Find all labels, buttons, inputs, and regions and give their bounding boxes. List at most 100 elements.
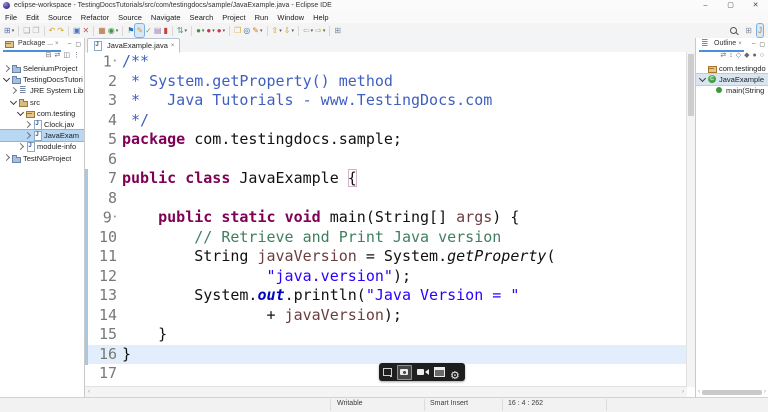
close-tab-icon[interactable]: × [171,43,175,49]
tab-package-explorer[interactable]: Package ... × [3,38,61,52]
screen-pin-icon[interactable] [383,368,392,377]
toolbar-icon-cut[interactable]: ✕ [82,24,91,37]
close-view-icon[interactable]: × [738,41,742,47]
code-line-5[interactable]: 5 package com.testingdocs.sample; [85,130,687,150]
outline-item-main-string[interactable]: main(String [696,85,768,96]
scrollbar-thumb[interactable] [688,54,694,116]
outline-sort-icon[interactable]: ↕ [729,51,733,61]
outline-hide-non-public-icon[interactable]: ● [753,51,757,61]
toolbar-icon-new-wizard[interactable]: ⊞ ▾ [3,24,15,37]
outline-item-com-testingdo[interactable]: com.testingdo [696,63,768,74]
window-capture-icon[interactable] [434,367,445,377]
pe-focus-on-active-task-icon[interactable]: ◫ [63,51,70,61]
toolbar-icon-java-editor[interactable]: ✎ [134,23,146,38]
code-line-12[interactable]: 12 "java.version"); [85,267,687,287]
code-line-15[interactable]: 15 } [85,325,687,345]
scrollbar-thumb[interactable] [702,389,762,395]
collapse-arrow-icon[interactable] [2,75,11,83]
code-line-4[interactable]: 4 */ [85,111,687,131]
toolbar-icon-debug-run[interactable]: ● ▾ [205,24,215,37]
fold-marker-icon[interactable]: • [113,213,117,221]
maximize-view-button[interactable]: ▢ [75,41,81,48]
expand-arrow-icon[interactable] [9,86,18,95]
maximize-view-button[interactable]: ▢ [759,41,765,48]
close-view-icon[interactable]: × [55,41,59,47]
scroll-left-arrow-icon[interactable]: ‹ [698,389,700,395]
outline-hide-local-types-icon[interactable]: ○ [760,51,764,61]
code-line-13[interactable]: 13 System.out.println("Java Version = " [85,286,687,306]
project-item-src[interactable]: src [0,97,84,108]
tab-javaexample-java[interactable]: JavaExample.java × [87,38,181,53]
code-line-14[interactable]: 14 + javaVersion); [85,306,687,326]
project-item-testngproject[interactable]: TestNGProject [0,153,84,164]
minimize-view-button[interactable]: ‒ [752,41,755,48]
menu-window[interactable]: Window [277,13,304,22]
pe-view-menu-icon[interactable]: ⋮ [73,51,80,61]
project-item-clock-jav[interactable]: Clock.jav [0,119,84,131]
menu-help[interactable]: Help [313,13,328,22]
menu-edit[interactable]: Edit [26,13,39,22]
toolbar-icon-java-perspective[interactable]: J [756,23,764,38]
code-line-8[interactable]: 8 [85,189,687,209]
menu-navigate[interactable]: Navigate [151,13,181,22]
scroll-right-arrow-icon[interactable]: › [682,389,684,395]
project-item-com-testing[interactable]: com.testing [0,108,84,119]
toolbar-icon-new-java-class[interactable]: ◉ ▾ [107,24,120,37]
expand-arrow-icon[interactable] [2,64,11,72]
toolbar-icon-save[interactable]: ❑ [22,24,31,37]
outline-hide-fields-icon[interactable]: ◇ [736,51,741,61]
outline-horizontal-scrollbar[interactable]: ‹ › [698,388,766,396]
toolbar-icon-open-perspective[interactable]: ⊞ [744,24,753,37]
toolbar-icon-open-perspective-new[interactable]: ⊞ [333,24,342,37]
code-line-7[interactable]: 7 public class JavaExample { [85,169,687,189]
toolbar-icon-synchronize[interactable]: ⇅ ▾ [176,24,188,37]
toolbar-icon-forward[interactable]: ⇨ ▾ [314,24,326,37]
scroll-right-arrow-icon[interactable]: › [764,389,766,395]
collapse-arrow-icon[interactable] [9,97,18,105]
collapse-arrow-icon[interactable] [16,108,25,116]
close-button[interactable]: ✕ [743,0,768,11]
minimize-button[interactable]: – [693,0,718,11]
menu-source[interactable]: Source [118,13,142,22]
video-camera-icon[interactable] [417,368,429,376]
expand-arrow-icon[interactable] [16,142,25,150]
project-item-seleniumproject[interactable]: SeleniumProject [0,63,84,74]
menu-file[interactable]: File [5,13,17,22]
outline-hide-static-members-icon[interactable]: ◆ [744,51,749,61]
gear-icon[interactable] [450,366,461,379]
code-line-2[interactable]: 2 * System.getProperty() method [85,72,687,92]
toolbar-icon-prev-annotation[interactable]: ⇧ ▾ [271,24,283,37]
pe-collapse-all-icon[interactable]: ⊟ [46,51,52,61]
code-line-11[interactable]: 11 String javaVersion = System.getProper… [85,247,687,267]
expand-arrow-icon[interactable] [23,120,32,128]
toolbar-icon-coverage[interactable]: ● ▾ [216,24,226,37]
menu-project[interactable]: Project [222,13,245,22]
fold-marker-icon[interactable]: • [113,57,117,65]
expand-arrow-icon[interactable] [23,131,32,139]
outline-item-javaexample[interactable]: JavaExample [696,73,768,87]
pe-link-with-editor-icon[interactable]: ⇄ [55,51,61,61]
project-item-javaexam[interactable]: JavaExam [0,129,84,143]
outline-link-with-editor-icon[interactable]: ⇄ [720,51,726,61]
toolbar-icon-edit-config[interactable]: ✎ ▾ [251,24,263,37]
scroll-left-arrow-icon[interactable]: ‹ [88,389,90,395]
code-line-3[interactable]: 3 * Java Tutorials - www.TestingDocs.com [85,91,687,111]
toolbar-icon-search[interactable]: ◎ [242,24,251,37]
camera-icon[interactable] [397,364,412,380]
project-item-testingdocstutori[interactable]: TestingDocsTutori [0,74,84,85]
toolbar-icon-undo[interactable]: ↶ [48,24,57,37]
toolbar-icon-debug-flag[interactable]: ⚑ [126,24,135,37]
project-item-jre-system-libr[interactable]: JRE System Libr [0,85,84,96]
code-line-6[interactable]: 6 [85,150,687,170]
toolbar-icon-redo[interactable]: ↷ [56,24,65,37]
menu-run[interactable]: Run [255,13,269,22]
toolbar-icon-save-all[interactable]: ❒ [31,24,40,37]
editor-horizontal-scrollbar[interactable]: ‹ › [85,386,687,397]
tab-outline[interactable]: Outline × [699,38,744,52]
code-editor[interactable]: 1•/** 2 * System.getProperty() method 3 * … [85,52,687,387]
editor-vertical-scrollbar[interactable] [686,52,695,387]
toolbar-icon-terminate[interactable]: ▮ [162,24,168,37]
toolbar-icon-back[interactable]: ⇦ ▾ [302,24,314,37]
maximize-button[interactable]: ▢ [718,0,743,11]
expand-arrow-icon[interactable] [2,154,11,162]
